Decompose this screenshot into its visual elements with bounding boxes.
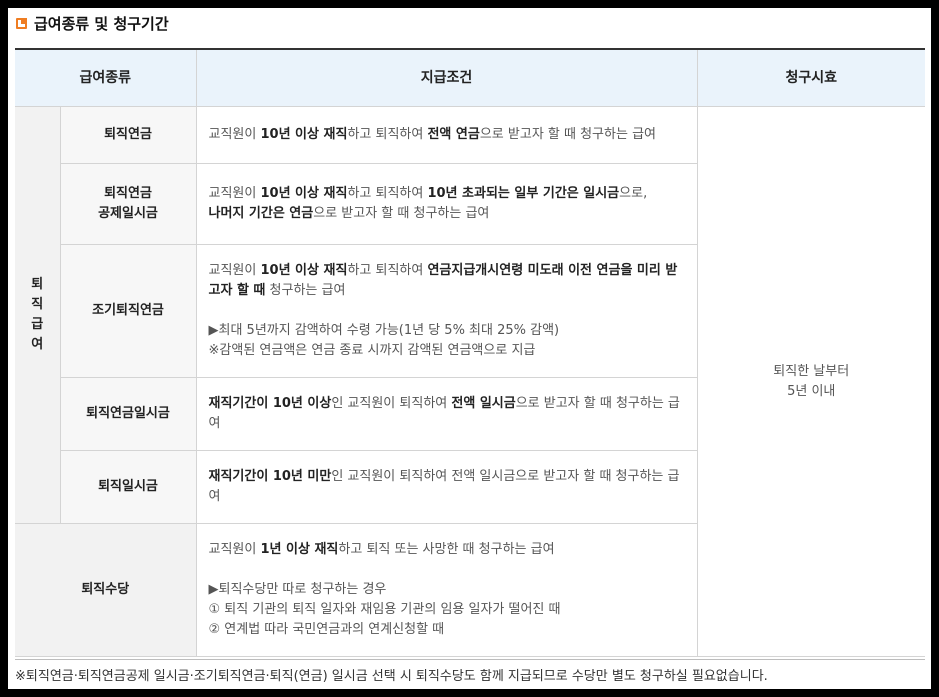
claim-period-cell: 퇴직한 날부터 5년 이내 [696,106,925,657]
benefit-type-cell: 퇴직연금일시금 [60,377,197,451]
condition-cell: 교직원이 1년 이상 재직하고 퇴직 또는 사망한 때 청구하는 급여 ▶퇴직수… [195,523,697,657]
group-label-char: 여 [31,337,44,352]
condition-cell: 교직원이 10년 이상 재직하고 퇴직하여 전액 연금으로 받고자 할 때 청구… [195,106,698,164]
section-heading: 급여종류 및 청구기간 [16,10,169,36]
condition-cell: 교직원이 10년 이상 재직하고 퇴직하여 10년 초과되는 일부 기간은 일시… [195,163,697,245]
condition-cell: 재직기간이 10년 미만인 교직원이 퇴직하여 전액 일시금으로 받고자 할 때… [195,450,697,524]
group-label-retirement-benefit: 퇴 직 급 여 [15,106,61,524]
section-title: 급여종류 및 청구기간 [34,14,169,33]
condition-cell: 재직기간이 10년 이상인 교직원이 퇴직하여 전액 일시금으로 받고자 할 때… [195,377,697,451]
header-benefit-type: 급여종류 [15,48,197,107]
footnote: ※퇴직연금·퇴직연금공제 일시금·조기퇴직연금·퇴직(연금) 일시금 선택 시 … [15,659,925,684]
group-label-char: 급 [31,317,44,332]
benefit-type-cell: 퇴직연금 공제일시금 [60,163,197,245]
claim-period-line: 퇴직한 날부터 [773,363,850,379]
group-label-char: 퇴 [31,277,44,292]
table-row: 퇴 직 급 여 퇴직연금 교직원이 10년 이상 재직하고 퇴직하여 전액 연금… [15,106,925,657]
content-panel: 급여종류 및 청구기간 급여종류 지급조건 청구시효 퇴 직 급 여 퇴직연금 … [8,8,931,689]
benefit-table: 급여종류 지급조건 청구시효 퇴 직 급 여 퇴직연금 교직원이 10년 이상 … [15,48,925,657]
benefit-type-cell: 퇴직수당 [15,523,197,657]
header-conditions: 지급조건 [195,48,698,107]
benefit-type-cell: 퇴직연금 [59,106,197,164]
title-square-icon [16,17,27,29]
condition-cell: 교직원이 10년 이상 재직하고 퇴직하여 연금지급개시연령 미도래 이전 연금… [195,244,697,378]
table-header-row: 급여종류 지급조건 청구시효 [15,48,925,107]
header-claim-period: 청구시효 [696,48,925,107]
group-label-char: 직 [31,297,44,312]
benefit-type-cell: 퇴직일시금 [60,450,197,524]
benefit-type-cell: 조기퇴직연금 [60,244,197,378]
claim-period-line: 5년 이내 [787,383,836,399]
